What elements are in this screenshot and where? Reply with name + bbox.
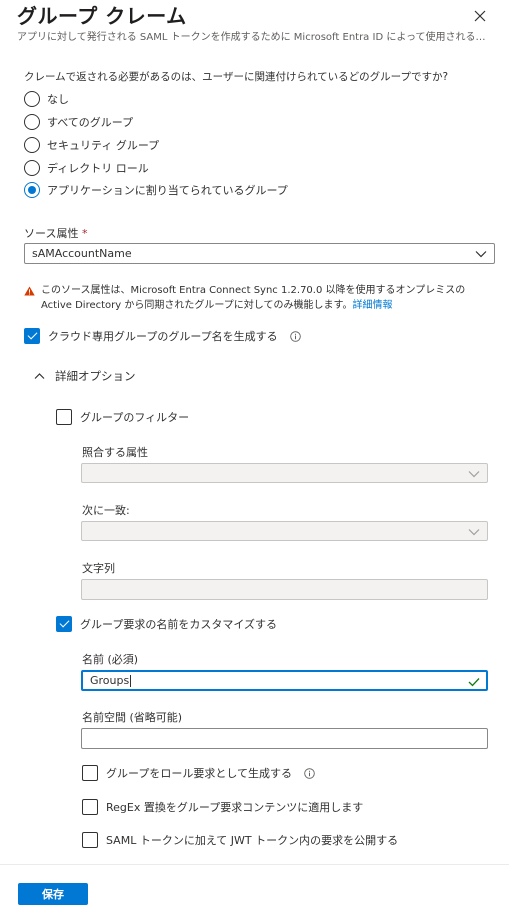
radio-button[interactable] bbox=[24, 137, 40, 153]
cloud-only-groups-checkbox-row[interactable]: クラウド専用グループのグループ名を生成する bbox=[24, 328, 301, 344]
radio-button[interactable] bbox=[24, 160, 40, 176]
jwt-checkbox-row[interactable]: SAML トークンに加えて JWT トークン内の要求を公開する bbox=[82, 832, 398, 848]
customize-name-checkbox-row[interactable]: グループ要求の名前をカスタマイズする bbox=[56, 616, 277, 632]
emit-as-role-checkbox[interactable] bbox=[82, 765, 98, 781]
checkbox-label: クラウド専用グループのグループ名を生成する bbox=[48, 330, 278, 343]
string-input bbox=[81, 579, 488, 600]
radio-label: セキュリティ グループ bbox=[47, 139, 160, 152]
namespace-label: 名前空間 (省略可能) bbox=[82, 711, 183, 724]
checkbox-label: RegEx 置換をグループ要求コンテンツに適用します bbox=[106, 801, 364, 814]
info-icon[interactable] bbox=[289, 330, 301, 342]
text-caret bbox=[130, 674, 132, 687]
filter-groups-checkbox[interactable] bbox=[56, 409, 72, 425]
required-mark: * bbox=[81, 227, 88, 240]
filter-groups-checkbox-row[interactable]: グループのフィルター bbox=[56, 409, 189, 425]
chevron-down-icon bbox=[475, 251, 487, 258]
radio-button[interactable] bbox=[24, 91, 40, 107]
match-attribute-label: 照合する属性 bbox=[82, 446, 148, 459]
panel-subtitle: アプリに対して発行される SAML トークンを作成するために Microsoft… bbox=[17, 32, 495, 43]
radio-label: なし bbox=[47, 93, 69, 106]
match-with-dropdown bbox=[81, 521, 488, 541]
radio-none[interactable]: なし bbox=[24, 91, 69, 107]
source-attribute-warning: このソース属性は、Microsoft Entra Connect Sync 1.… bbox=[24, 283, 494, 313]
radio-app-groups[interactable]: アプリケーションに割り当てられているグループ bbox=[24, 182, 288, 198]
footer-divider bbox=[0, 864, 509, 865]
warning-text: このソース属性は、Microsoft Entra Connect Sync 1.… bbox=[41, 285, 466, 311]
chevron-down-icon bbox=[468, 471, 480, 478]
info-icon[interactable] bbox=[304, 767, 315, 779]
radio-button-selected[interactable] bbox=[24, 182, 40, 198]
save-button[interactable]: 保存 bbox=[18, 883, 88, 905]
checkbox-label: グループのフィルター bbox=[80, 411, 190, 424]
radio-label: すべてのグループ bbox=[47, 116, 134, 129]
string-label: 文字列 bbox=[82, 562, 115, 575]
name-label: 名前 (必須) bbox=[82, 653, 139, 666]
checkbox-label: SAML トークンに加えて JWT トークン内の要求を公開する bbox=[106, 834, 399, 847]
radio-directory-roles[interactable]: ディレクトリ ロール bbox=[24, 160, 149, 176]
radio-label: ディレクトリ ロール bbox=[47, 162, 149, 175]
match-attribute-dropdown bbox=[81, 463, 488, 483]
warning-icon bbox=[24, 286, 35, 296]
jwt-checkbox[interactable] bbox=[82, 832, 98, 848]
source-attribute-label: ソース属性 * bbox=[24, 227, 88, 240]
chevron-down-icon bbox=[468, 529, 480, 536]
name-input[interactable]: Groups bbox=[81, 670, 488, 691]
close-button[interactable] bbox=[472, 8, 488, 24]
radio-label: アプリケーションに割り当てられているグループ bbox=[47, 184, 288, 197]
radio-all-groups[interactable]: すべてのグループ bbox=[24, 114, 133, 130]
regex-checkbox-row[interactable]: RegEx 置換をグループ要求コンテンツに適用します bbox=[82, 799, 363, 815]
panel-title: グループ クレーム bbox=[17, 4, 187, 28]
checkbox-label: グループをロール要求として生成する bbox=[106, 767, 293, 780]
group-question: クレームで返される必要があるのは、ユーザーに関連付けられているどのグループですか… bbox=[24, 71, 449, 83]
customize-name-checkbox[interactable] bbox=[56, 616, 72, 632]
name-value: Groups bbox=[90, 674, 130, 687]
radio-button[interactable] bbox=[24, 114, 40, 130]
checkmark-icon bbox=[468, 678, 480, 687]
namespace-input[interactable] bbox=[81, 728, 488, 749]
regex-checkbox[interactable] bbox=[82, 799, 98, 815]
match-with-label: 次に一致: bbox=[82, 504, 130, 517]
close-icon bbox=[474, 10, 486, 22]
radio-security-groups[interactable]: セキュリティ グループ bbox=[24, 137, 159, 153]
chevron-up-icon bbox=[34, 373, 45, 379]
checkbox-label: グループ要求の名前をカスタマイズする bbox=[80, 618, 278, 631]
emit-as-role-checkbox-row[interactable]: グループをロール要求として生成する bbox=[82, 765, 315, 781]
source-attribute-dropdown[interactable]: sAMAccountName bbox=[24, 243, 495, 264]
advanced-options-expander[interactable]: 詳細オプション bbox=[34, 368, 136, 384]
source-attribute-value: sAMAccountName bbox=[32, 247, 132, 260]
advanced-options-label: 詳細オプション bbox=[55, 369, 136, 383]
cloud-only-groups-checkbox[interactable] bbox=[24, 328, 40, 344]
learn-more-link[interactable]: 詳細情報 bbox=[352, 300, 392, 311]
